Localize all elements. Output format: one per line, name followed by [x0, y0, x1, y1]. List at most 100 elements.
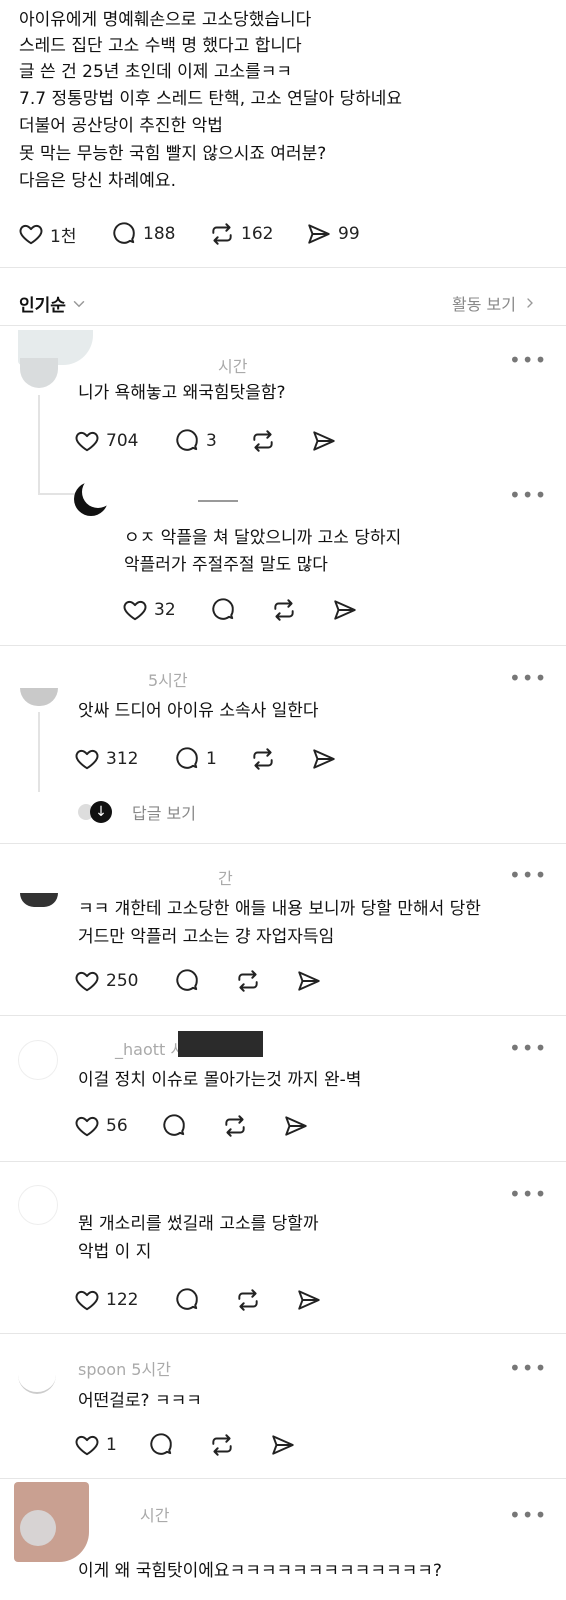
more-dots-icon[interactable]: ••• — [509, 1184, 547, 1204]
comment-bubble-icon — [150, 1433, 172, 1455]
send-icon — [298, 971, 320, 991]
comment-text: 뭔 개소리를 썼길래 고소를 당할까 — [78, 1214, 319, 1234]
view-replies-label: 답글 보기 — [132, 804, 196, 823]
comment-meta: 시간 — [140, 1506, 170, 1525]
more-dots-icon[interactable]: ••• — [509, 485, 547, 505]
arrow-down-icon: ↓ — [90, 801, 112, 823]
more-dots-icon[interactable]: ••• — [509, 350, 547, 370]
comment-count: 188 — [143, 224, 176, 244]
share-button[interactable] — [311, 426, 343, 456]
like-button[interactable]: 1천 — [18, 219, 76, 249]
avatar — [18, 1185, 58, 1225]
repost-button[interactable] — [250, 744, 282, 774]
like-button[interactable]: 122 — [74, 1285, 138, 1315]
repost-button[interactable] — [235, 1285, 267, 1315]
like-count: 704 — [106, 431, 139, 451]
comment-button[interactable]: 188 — [111, 219, 175, 249]
divider — [0, 1015, 566, 1016]
more-dots-icon[interactable]: ••• — [509, 1358, 547, 1378]
repost-icon — [212, 223, 232, 245]
activity-link[interactable]: 활동 보기 — [452, 291, 538, 315]
repost-icon — [238, 1289, 258, 1311]
reply-button[interactable]: 3 — [174, 426, 217, 456]
thread-line — [38, 395, 40, 495]
share-count: 99 — [338, 224, 360, 244]
repost-button[interactable] — [222, 1111, 254, 1141]
comment-bubble-icon — [212, 598, 234, 620]
share-button[interactable] — [311, 744, 343, 774]
more-dots-icon[interactable]: ••• — [509, 668, 547, 688]
more-dots-icon[interactable]: ••• — [509, 1505, 547, 1525]
comment-meta: 간 — [218, 869, 233, 888]
like-button[interactable]: 56 — [74, 1111, 128, 1141]
like-count: 32 — [154, 600, 176, 620]
like-count: 250 — [106, 971, 139, 991]
post-line: 다음은 당신 차례예요. — [19, 171, 176, 191]
reply-button[interactable] — [174, 1285, 206, 1315]
reply-button[interactable] — [174, 966, 206, 996]
divider — [0, 1333, 566, 1334]
thread-line — [38, 493, 76, 495]
redaction-block — [178, 1031, 263, 1057]
like-count: 56 — [106, 1116, 128, 1136]
repost-button[interactable] — [209, 1430, 241, 1460]
avatar — [20, 893, 58, 907]
repost-button[interactable] — [271, 595, 303, 625]
comment-bubble-icon — [176, 747, 198, 769]
comment-text: 악플러가 주절주절 말도 많다 — [124, 555, 328, 575]
heart-icon — [75, 1435, 99, 1456]
share-button[interactable] — [283, 1111, 315, 1141]
more-dots-icon[interactable]: ••• — [509, 1038, 547, 1058]
heart-icon — [75, 431, 99, 452]
comment-bubble-icon — [176, 969, 198, 991]
send-icon — [285, 1116, 307, 1136]
more-dots-icon[interactable]: ••• — [509, 865, 547, 885]
comment-meta: spoon 5시간 — [78, 1360, 171, 1379]
reply-button[interactable] — [210, 595, 242, 625]
share-button[interactable]: 99 — [306, 219, 360, 249]
share-button[interactable] — [296, 1285, 328, 1315]
divider — [0, 1161, 566, 1162]
repost-icon — [238, 970, 258, 992]
comment-text: 어떤걸로? ㅋㅋㅋ — [78, 1391, 202, 1411]
like-button[interactable]: 704 — [74, 426, 138, 456]
redaction-line — [198, 500, 238, 502]
repost-button[interactable] — [235, 966, 267, 996]
sort-label: 인기순 — [19, 296, 66, 316]
reply-button[interactable]: 1 — [174, 744, 217, 774]
heart-icon — [123, 600, 147, 621]
reply-count: 1 — [206, 749, 217, 769]
repost-icon — [225, 1115, 245, 1137]
like-button[interactable]: 1 — [74, 1430, 117, 1460]
post-line: 스레드 집단 고소 수백 명 했다고 합니다 — [19, 36, 302, 56]
like-button[interactable]: 250 — [74, 966, 138, 996]
avatar — [18, 1040, 58, 1080]
share-button[interactable] — [296, 966, 328, 996]
thread-line — [38, 712, 40, 792]
send-icon — [313, 749, 335, 769]
comment-text: 이걸 정치 이슈로 몰아가는것 까지 완-벽 — [78, 1070, 362, 1090]
divider — [0, 267, 566, 268]
post-line: 못 막는 무능한 국힘 빨지 않으시죠 여러분? — [19, 144, 327, 164]
divider — [0, 325, 566, 326]
sort-dropdown[interactable]: 인기순 — [19, 291, 88, 316]
comment-text: ㅋㅋ 걔한테 고소당한 애들 내용 보니까 당할 만해서 당한 — [78, 899, 481, 919]
repost-button[interactable]: 162 — [209, 219, 273, 249]
reply-button[interactable] — [148, 1430, 180, 1460]
view-replies-link[interactable]: ↓ 답글 보기 — [78, 800, 196, 824]
heart-icon — [75, 1116, 99, 1137]
comment-text: 니가 욕해놓고 왜국힘탓을함? — [78, 383, 286, 403]
avatar — [20, 688, 58, 706]
like-button[interactable]: 312 — [74, 744, 138, 774]
reply-count: 3 — [206, 431, 217, 451]
repost-icon — [253, 430, 273, 452]
comment-bubble-icon — [176, 429, 198, 451]
reply-button[interactable] — [161, 1111, 193, 1141]
share-button[interactable] — [270, 1430, 302, 1460]
repost-button[interactable] — [250, 426, 282, 456]
send-icon — [272, 1435, 294, 1455]
share-button[interactable] — [332, 595, 364, 625]
reply-avatars: ↓ — [78, 801, 114, 823]
like-button[interactable]: 32 — [122, 595, 176, 625]
comment-text: 이게 왜 국힘탓이에요ㅋㅋㅋㅋㅋㅋㅋㅋㅋㅋㅋㅋㅋ? — [78, 1561, 442, 1581]
